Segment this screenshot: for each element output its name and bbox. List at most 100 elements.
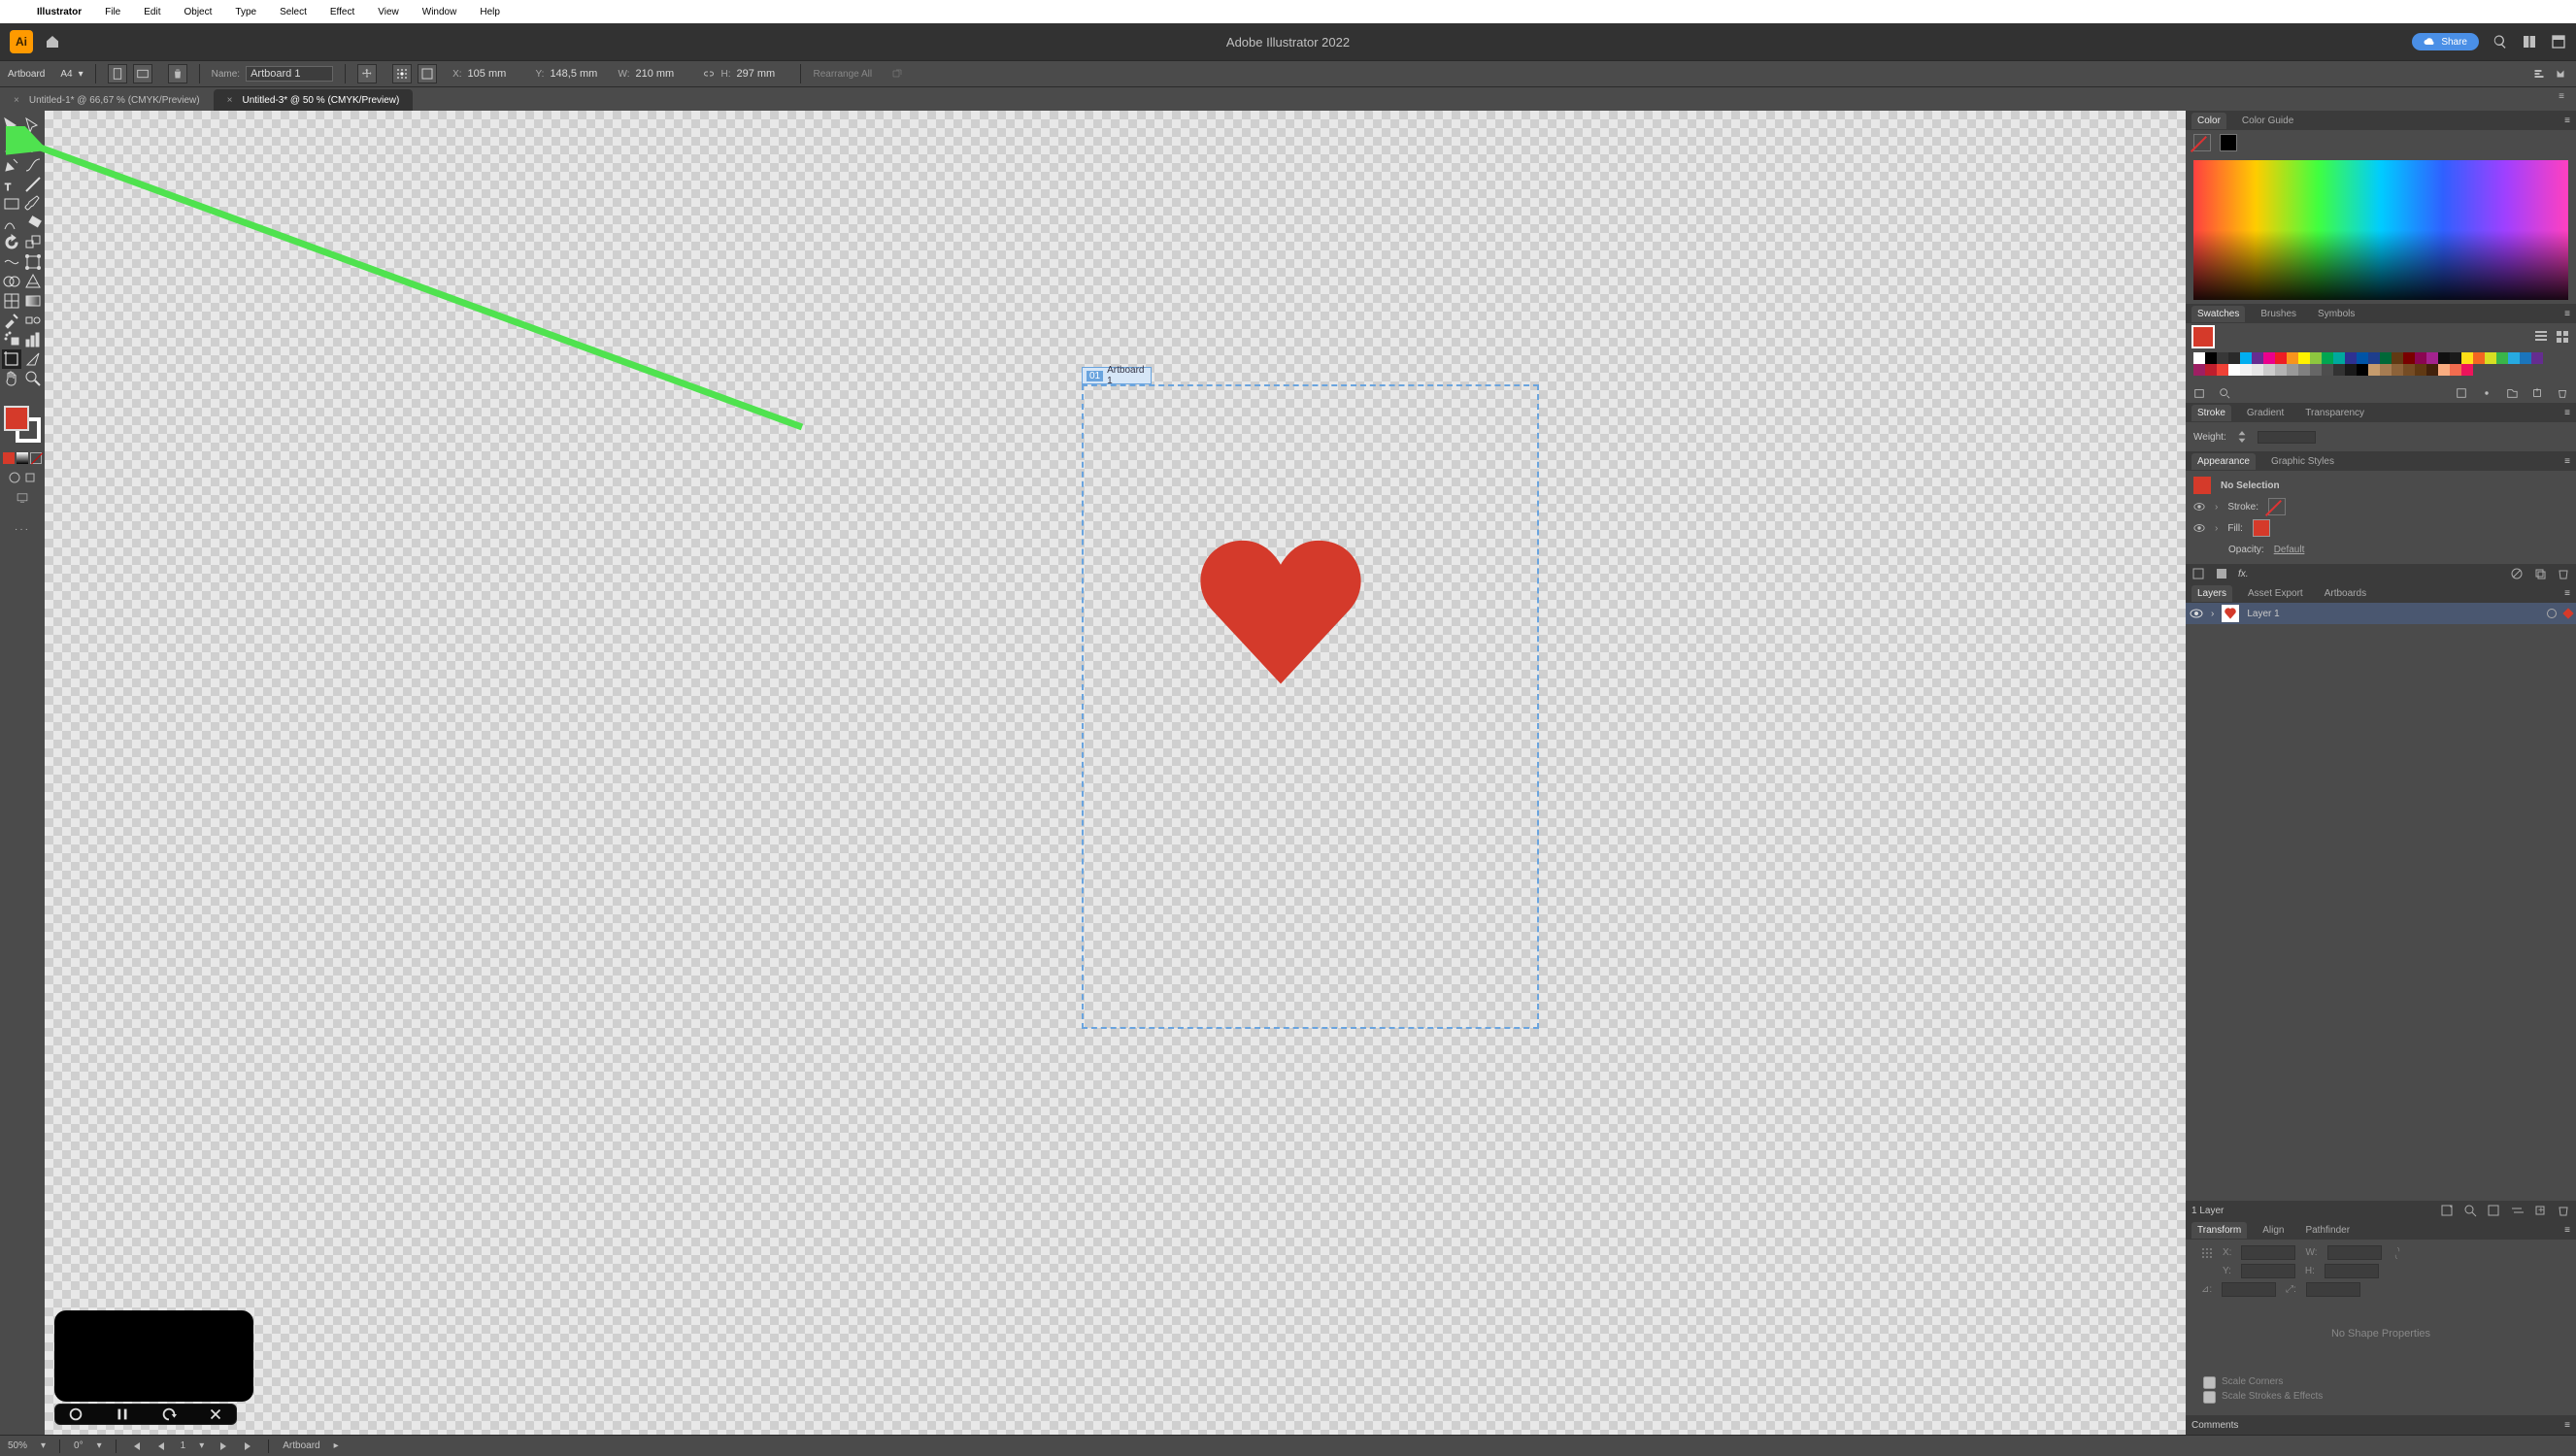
status-more-icon[interactable]: ▸ (334, 1440, 339, 1451)
delete-artboard-icon[interactable] (168, 64, 187, 83)
swatch[interactable] (2228, 352, 2240, 364)
tool-label[interactable]: Artboard (8, 69, 45, 80)
black-swatch[interactable] (2220, 134, 2237, 151)
clear-icon[interactable] (2510, 567, 2524, 580)
last-ab-icon[interactable] (243, 1440, 254, 1452)
pause-icon[interactable] (114, 1406, 131, 1423)
swatch[interactable] (2287, 352, 2298, 364)
perspective-tool-icon[interactable] (23, 272, 43, 291)
doc-tab-1[interactable]: × Untitled-1* @ 66,67 % (CMYK/Preview) (0, 89, 214, 111)
paintbrush-tool-icon[interactable] (23, 194, 43, 214)
tab-brushes[interactable]: Brushes (2255, 306, 2302, 322)
move-with-artboard-icon[interactable] (357, 64, 377, 83)
first-ab-icon[interactable] (130, 1440, 142, 1452)
zoom-value[interactable]: 50% (8, 1440, 27, 1451)
free-transform-tool-icon[interactable] (23, 252, 43, 272)
swatch[interactable] (2438, 364, 2450, 376)
tab-transform[interactable]: Transform (2191, 1222, 2247, 1239)
menu-illustrator[interactable]: Illustrator (37, 7, 82, 17)
delete-layer-icon[interactable] (2557, 1204, 2570, 1217)
heart-shape[interactable] (1190, 532, 1371, 687)
swatch[interactable] (2252, 352, 2263, 364)
stepper-icon[interactable] (2236, 431, 2248, 443)
swatch[interactable] (2531, 352, 2543, 364)
stroke-none-icon[interactable] (2268, 498, 2286, 515)
workspace-icon[interactable] (2551, 34, 2566, 50)
next-ab-icon[interactable] (217, 1440, 229, 1452)
swatch[interactable] (2322, 364, 2333, 376)
link-icon[interactable] (2392, 1247, 2403, 1259)
search-icon[interactable] (2492, 34, 2508, 50)
tab-gradient[interactable]: Gradient (2241, 405, 2290, 421)
magic-wand-tool-icon[interactable] (2, 136, 21, 155)
swatch[interactable] (2461, 364, 2473, 376)
swatch[interactable] (2461, 352, 2473, 364)
rearrange-label[interactable]: Rearrange All (813, 69, 872, 80)
swatch[interactable] (2357, 352, 2368, 364)
swatch-grid-icon[interactable] (2557, 331, 2568, 343)
tab-symbols[interactable]: Symbols (2312, 306, 2360, 322)
menu-file[interactable]: File (105, 7, 120, 17)
swatch-options-icon[interactable] (2481, 387, 2492, 399)
tf-shear-input[interactable] (2306, 1282, 2360, 1297)
swatch[interactable] (2205, 364, 2217, 376)
align-icon[interactable] (2533, 68, 2545, 80)
type-tool-icon[interactable]: T (2, 175, 21, 194)
menu-select[interactable]: Select (280, 7, 307, 17)
layer-name[interactable]: Layer 1 (2247, 609, 2279, 619)
draw-behind-icon[interactable] (24, 472, 36, 483)
ref-point-2-icon[interactable] (418, 64, 437, 83)
fill-box[interactable] (4, 406, 29, 431)
fill-swatch[interactable] (2253, 519, 2270, 537)
swatch[interactable] (2298, 364, 2310, 376)
stop-record-icon[interactable] (67, 1406, 84, 1423)
artboard[interactable]: 01 Artboard 1 (1084, 386, 1537, 1027)
swatch[interactable] (2263, 364, 2275, 376)
zoom-dropdown-icon[interactable]: ▾ (41, 1440, 46, 1451)
menu-object[interactable]: Object (184, 7, 212, 17)
rotate-value[interactable]: 0° (74, 1440, 84, 1451)
tab-swatches[interactable]: Swatches (2191, 306, 2245, 322)
swatch[interactable] (2380, 352, 2392, 364)
arrange-panels-icon[interactable] (2522, 34, 2537, 50)
h-input[interactable] (736, 68, 788, 80)
panel-menu-icon[interactable]: ≡ (2564, 456, 2570, 467)
tab-align[interactable]: Align (2257, 1222, 2290, 1239)
swatch[interactable] (2193, 352, 2205, 364)
scale-strokes-checkbox[interactable]: Scale Strokes & Effects (2203, 1391, 2559, 1404)
panel-menu-icon[interactable]: ≡ (2564, 588, 2570, 599)
swatch[interactable] (2357, 364, 2368, 376)
tab-graphic-styles[interactable]: Graphic Styles (2265, 453, 2340, 470)
opacity-value[interactable]: Default (2274, 545, 2305, 555)
zoom-tool-icon[interactable] (23, 369, 43, 388)
menu-edit[interactable]: Edit (144, 7, 160, 17)
symbol-sprayer-tool-icon[interactable] (2, 330, 21, 349)
tab-color[interactable]: Color (2191, 113, 2226, 129)
panel-menu-icon[interactable]: ≡ (2564, 408, 2570, 418)
swatch[interactable] (2193, 364, 2205, 376)
tab-color-guide[interactable]: Color Guide (2236, 113, 2299, 129)
tab-layers[interactable]: Layers (2191, 585, 2232, 602)
swatch[interactable] (2275, 352, 2287, 364)
swatch[interactable] (2426, 352, 2438, 364)
stroke-label[interactable]: Stroke: (2227, 502, 2258, 513)
swatch[interactable] (2240, 352, 2252, 364)
swatch[interactable] (2450, 352, 2461, 364)
trash-icon[interactable] (2557, 567, 2570, 580)
fill-stroke-indicator[interactable] (4, 406, 41, 443)
shape-builder-tool-icon[interactable] (2, 272, 21, 291)
swatch[interactable] (2496, 352, 2508, 364)
width-tool-icon[interactable] (2, 252, 21, 272)
menu-type[interactable]: Type (235, 7, 256, 17)
tab-artboards[interactable]: Artboards (2319, 585, 2372, 602)
status-label[interactable]: Artboard (283, 1440, 319, 1451)
panel-menu-icon[interactable]: ≡ (2564, 116, 2570, 126)
swatch[interactable] (2298, 352, 2310, 364)
target-icon[interactable] (2547, 609, 2557, 618)
menu-view[interactable]: View (378, 7, 399, 17)
shaper-tool-icon[interactable] (2, 214, 21, 233)
gradient-tool-icon[interactable] (23, 291, 43, 311)
curvature-tool-icon[interactable] (23, 155, 43, 175)
tab-overflow-icon[interactable]: ≡ (2559, 91, 2564, 102)
rotate-dropdown-icon[interactable]: ▾ (97, 1440, 102, 1451)
